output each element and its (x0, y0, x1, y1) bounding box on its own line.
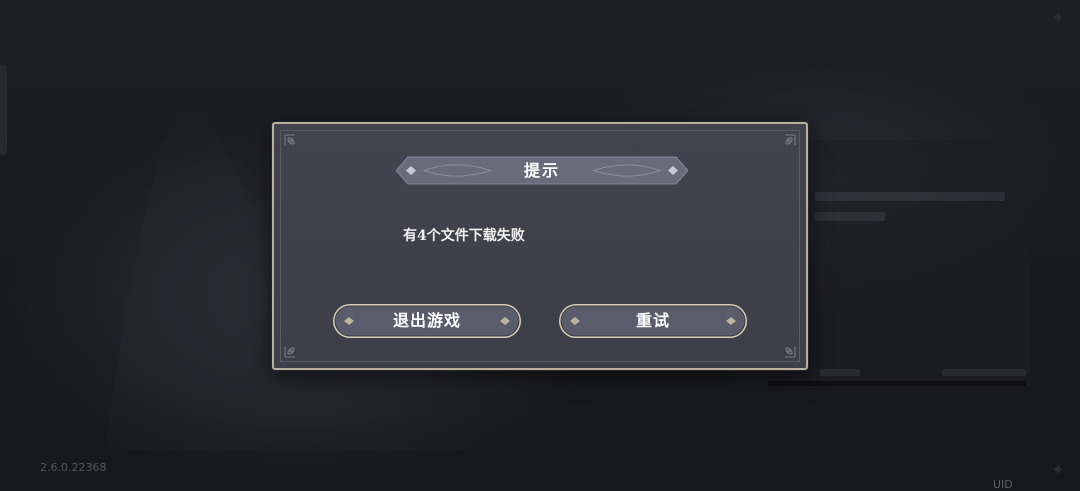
exit-game-button[interactable]: 退出游戏 (332, 303, 522, 339)
alert-dialog: 提示 有4个文件下载失败 退出游戏 重试 (272, 122, 808, 370)
corner-ornament-icon (284, 134, 295, 145)
game-screen: ✦ ✦ 2.6.0.22368 UID 提示 有4个文件下载失败 退出游戏 重试 (0, 0, 1080, 491)
exit-game-label: 退出游戏 (392, 311, 461, 330)
corner-ornament-icon (284, 347, 295, 358)
dialog-message: 有4个文件下载失败 (403, 228, 525, 244)
corner-ornament-icon (785, 134, 796, 145)
retry-button[interactable]: 重试 (558, 303, 748, 339)
dialog-title-bar: 提示 (396, 155, 688, 186)
dialog-title: 提示 (523, 161, 560, 180)
retry-label: 重试 (635, 311, 670, 330)
corner-ornament-icon (785, 347, 796, 358)
